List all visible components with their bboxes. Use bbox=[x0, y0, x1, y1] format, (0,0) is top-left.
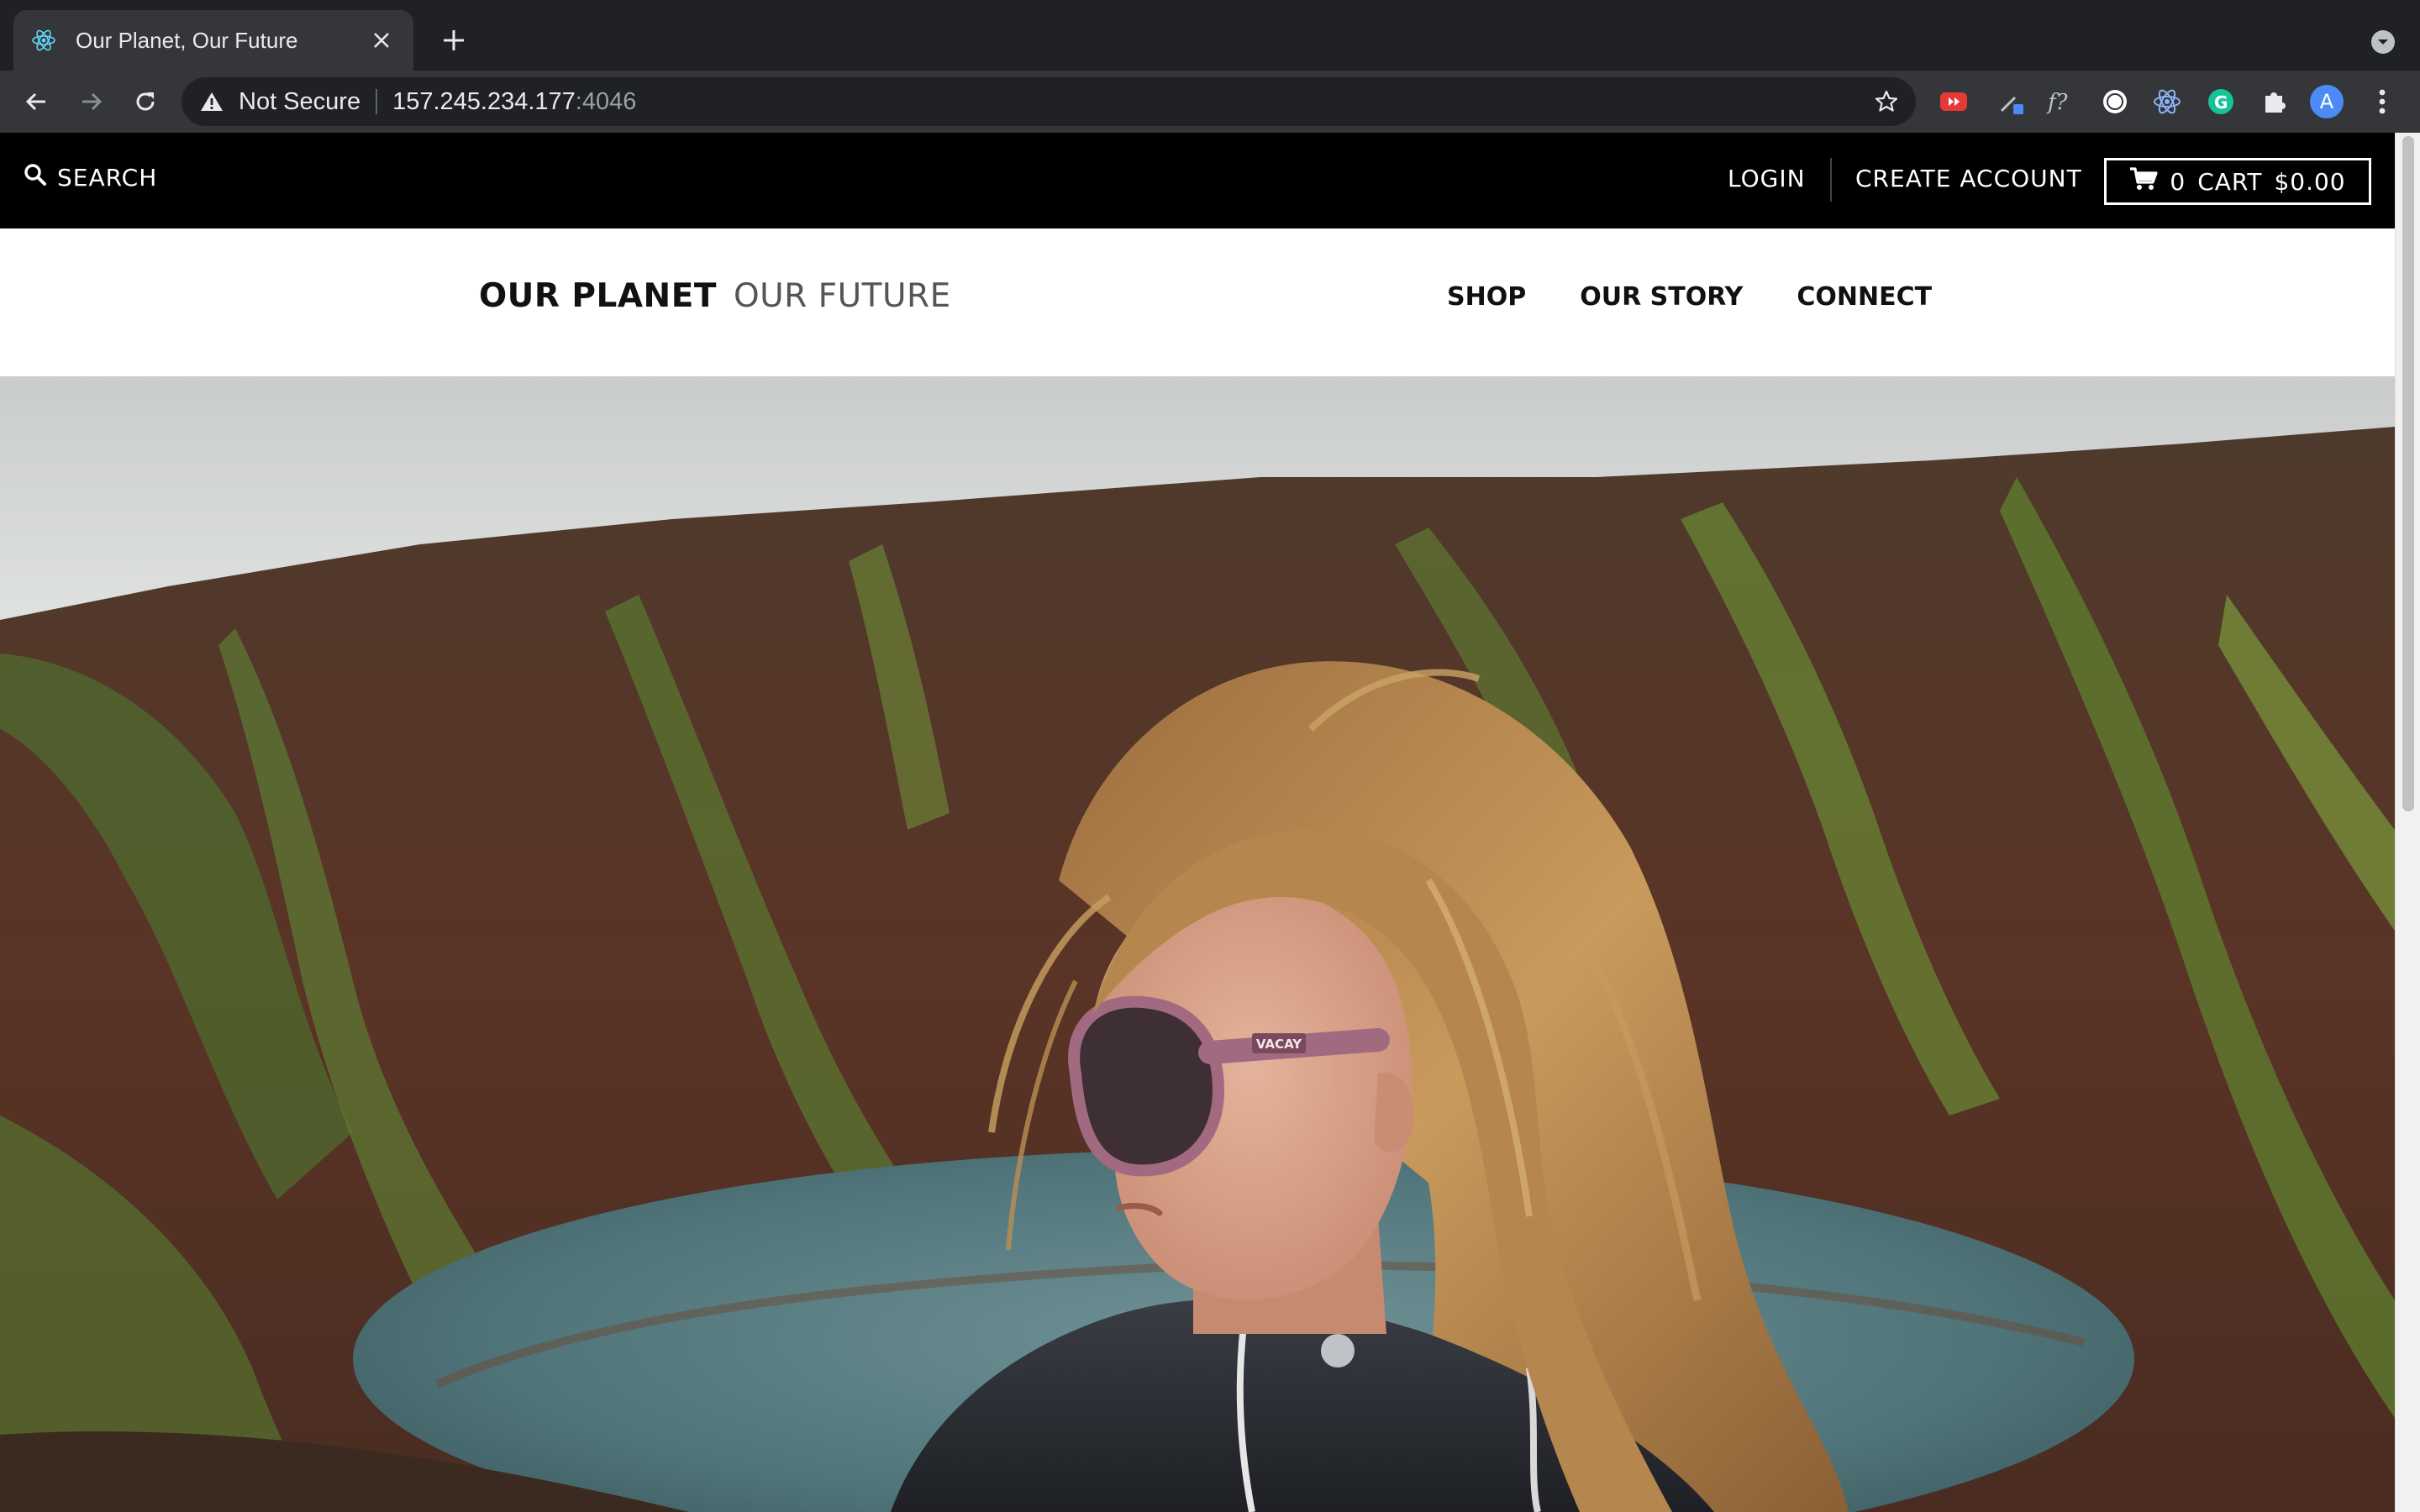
url-port: :4046 bbox=[575, 87, 637, 115]
create-account-link[interactable]: CREATE ACCOUNT bbox=[1855, 165, 2082, 192]
brand-secondary: OUR FUTURE bbox=[733, 277, 951, 315]
browser-toolbar: Not Secure 157.245.234.177 :4046 f? G A bbox=[0, 71, 2420, 133]
forward-icon[interactable] bbox=[72, 82, 111, 121]
font-finder-extension-icon[interactable]: f? bbox=[2044, 84, 2079, 119]
nav-our-story[interactable]: OUR STORY bbox=[1580, 282, 1743, 312]
svg-text:f?: f? bbox=[2046, 90, 2069, 115]
cart-total: $0.00 bbox=[2274, 167, 2346, 196]
site-header: OUR PLANET OUR FUTURE SHOP OUR STORY CONN… bbox=[0, 228, 2395, 376]
cart-button[interactable]: 0 CART $0.00 bbox=[2104, 158, 2371, 205]
reload-icon[interactable] bbox=[126, 82, 165, 121]
react-favicon-icon bbox=[30, 27, 57, 54]
search-icon bbox=[24, 163, 47, 192]
site-topbar: SEARCH LOGIN CREATE ACCOUNT 0 CART $0.00 bbox=[0, 133, 2395, 228]
cart-count: 0 bbox=[2170, 167, 2186, 196]
tab-search-icon[interactable] bbox=[2366, 25, 2400, 59]
nav-connect[interactable]: CONNECT bbox=[1797, 282, 1932, 312]
new-tab-icon[interactable] bbox=[435, 22, 472, 59]
circle-extension-icon[interactable] bbox=[2097, 84, 2133, 119]
bookmark-star-icon[interactable] bbox=[1872, 87, 1901, 116]
omnibox-divider bbox=[376, 89, 378, 114]
web-page: SEARCH LOGIN CREATE ACCOUNT 0 CART $0.00… bbox=[0, 133, 2420, 1512]
svg-text:G: G bbox=[2214, 92, 2228, 113]
extensions-puzzle-icon[interactable] bbox=[2257, 84, 2292, 119]
main-nav: SHOP OUR STORY CONNECT bbox=[1447, 282, 1932, 312]
tab-title: Our Planet, Our Future bbox=[76, 27, 298, 53]
warning-icon[interactable] bbox=[198, 88, 225, 115]
site-logo[interactable]: OUR PLANET OUR FUTURE bbox=[479, 277, 951, 315]
cart-label: CART bbox=[2197, 167, 2263, 196]
profile-initial: A bbox=[2319, 90, 2334, 113]
search-link[interactable]: SEARCH bbox=[24, 163, 157, 192]
hero-image: VACAY bbox=[0, 376, 2395, 1512]
scrollbar-thumb[interactable] bbox=[2402, 136, 2414, 811]
browser-tab[interactable]: Our Planet, Our Future bbox=[13, 10, 413, 71]
profile-avatar[interactable]: A bbox=[2309, 84, 2344, 119]
login-link[interactable]: LOGIN bbox=[1728, 165, 1806, 192]
react-devtools-extension-icon[interactable] bbox=[2149, 84, 2185, 119]
browser-menu-icon[interactable] bbox=[2365, 84, 2400, 119]
brand-primary: OUR PLANET bbox=[479, 277, 717, 315]
grammarly-extension-icon[interactable]: G bbox=[2203, 84, 2238, 119]
security-label: Not Secure bbox=[239, 87, 361, 115]
youtube-extension-icon[interactable] bbox=[1936, 84, 1971, 119]
nav-shop[interactable]: SHOP bbox=[1447, 282, 1526, 312]
back-icon[interactable] bbox=[17, 82, 55, 121]
address-bar[interactable]: Not Secure 157.245.234.177 :4046 bbox=[182, 77, 1916, 126]
sunglasses-logo-text: VACAY bbox=[1256, 1037, 1302, 1052]
page-scrollbar[interactable] bbox=[2395, 133, 2420, 1512]
search-label: SEARCH bbox=[57, 164, 158, 192]
eyedropper-extension-icon[interactable] bbox=[1993, 84, 2028, 119]
topbar-divider bbox=[1830, 158, 1832, 202]
url-host: 157.245.234.177 bbox=[392, 87, 576, 115]
cart-icon bbox=[2129, 166, 2158, 197]
browser-chrome: Our Planet, Our Future Not Secure 157.24… bbox=[0, 0, 2420, 133]
close-tab-icon[interactable] bbox=[366, 25, 397, 55]
hero-illustration: VACAY bbox=[0, 376, 2395, 1512]
tab-strip: Our Planet, Our Future bbox=[0, 0, 2420, 71]
